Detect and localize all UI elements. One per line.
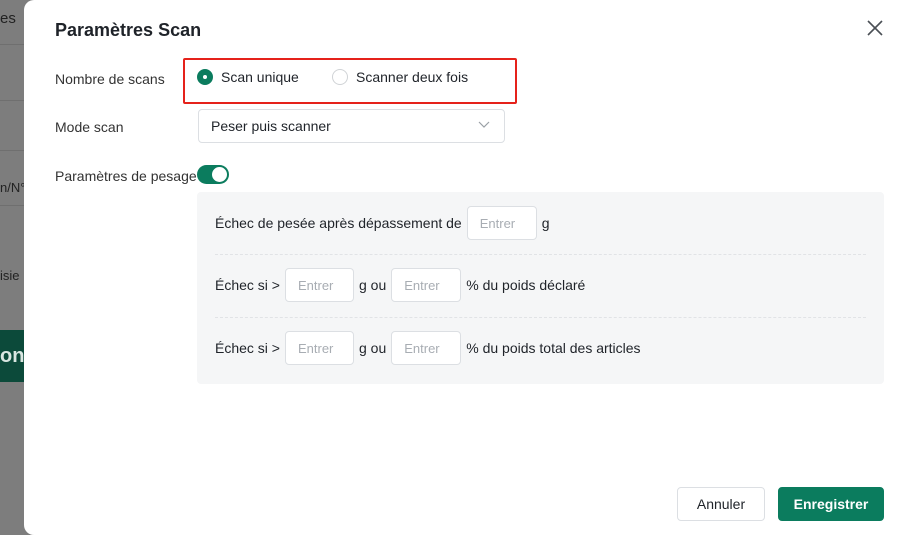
background-column-fragment: n/N° <box>0 180 26 195</box>
radio-checked-icon[interactable] <box>197 69 213 85</box>
weighing-rule-2: Échec si > g ou % du poids déclaré <box>215 268 585 302</box>
rule-3-suffix: % du poids total des articles <box>466 340 641 356</box>
scan-mode-value: Peser puis scanner <box>211 118 331 134</box>
rule-2-percent-input[interactable] <box>391 268 462 302</box>
toggle-knob <box>212 167 227 182</box>
weighing-rule-1: Échec de pesée après dépassement de g <box>215 206 550 240</box>
rule-3-grams-input[interactable] <box>284 331 354 365</box>
rule-2-prefix: Échec si > <box>215 277 280 293</box>
save-button[interactable]: Enregistrer <box>778 487 884 521</box>
radio-scan-unique-label: Scan unique <box>221 69 299 85</box>
panel-divider <box>215 254 866 255</box>
rule-2-suffix: % du poids déclaré <box>466 277 586 293</box>
rule-3-or-text: g ou <box>358 340 387 356</box>
radio-unchecked-icon[interactable] <box>332 69 348 85</box>
rule-1-threshold-input[interactable] <box>466 206 537 240</box>
weighing-settings-label: Paramètres de pesage <box>55 168 197 184</box>
rule-1-unit: g <box>541 215 550 231</box>
background-title-fragment: es <box>0 10 16 27</box>
scan-count-label: Nombre de scans <box>55 71 165 87</box>
close-icon[interactable] <box>864 17 886 39</box>
weighing-toggle[interactable] <box>197 165 229 184</box>
weighing-rules-panel: Échec de pesée après dépassement de g Éc… <box>197 192 884 384</box>
dialog-title: Paramètres Scan <box>55 20 202 40</box>
rule-1-prefix: Échec de pesée après dépassement de <box>215 215 462 231</box>
scan-mode-label: Mode scan <box>55 119 124 135</box>
chevron-down-icon <box>478 121 490 128</box>
scan-mode-select[interactable]: Peser puis scanner <box>198 109 505 143</box>
radio-scan-twice[interactable]: Scanner deux fois <box>332 69 468 85</box>
radio-scan-twice-label: Scanner deux fois <box>356 69 469 85</box>
scan-settings-dialog: Paramètres Scan Nombre de scans Scan uni… <box>24 0 901 535</box>
rule-3-prefix: Échec si > <box>215 340 280 356</box>
rule-2-grams-input[interactable] <box>284 268 354 302</box>
background-text-fragment: isie <box>0 268 20 283</box>
weighing-rule-3: Échec si > g ou % du poids total des art… <box>215 331 641 365</box>
rule-3-percent-input[interactable] <box>391 331 462 365</box>
cancel-button[interactable]: Annuler <box>677 487 765 521</box>
radio-scan-unique[interactable]: Scan unique <box>197 69 299 85</box>
panel-divider <box>215 317 866 318</box>
rule-2-or-text: g ou <box>358 277 387 293</box>
